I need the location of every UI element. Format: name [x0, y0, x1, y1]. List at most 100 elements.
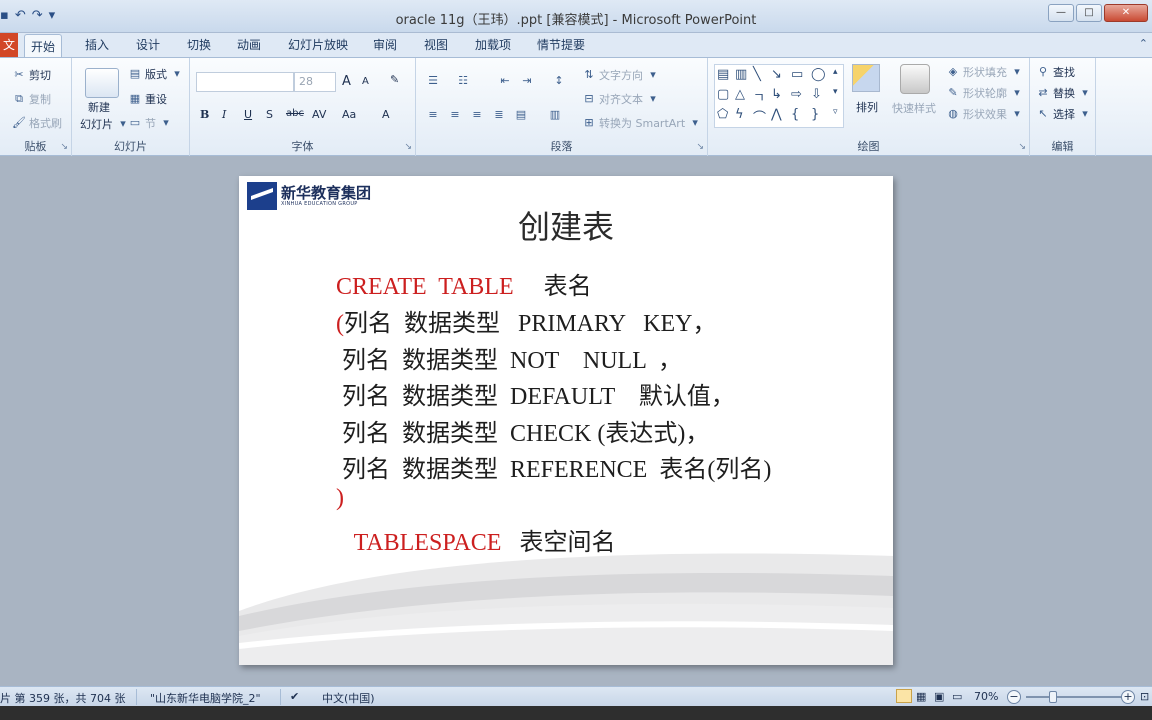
minimize-ribbon-icon[interactable]: ⌃ [1139, 37, 1148, 50]
shapes-gallery[interactable]: ▤ ▥ ╲ ↘ ▭ ◯ ▢ △ ㄱ ↳ ⇨ ⇩ ⬠ ϟ ⌒ ⋀ { } ▴ ▾ … [714, 64, 844, 128]
language-indicator[interactable]: 中文(中国) [322, 690, 375, 706]
copy-button[interactable]: ⧉ 复制 [12, 91, 51, 107]
shape-outline-button[interactable]: ✎ 形状轮廓 ▾ [946, 85, 1024, 101]
char-spacing-button[interactable]: AV [312, 108, 326, 121]
select-button[interactable]: ↖ 选择 ▾ [1036, 106, 1092, 122]
shape-fill-button[interactable]: ◈ 形状填充 ▾ [946, 64, 1024, 80]
tab-animations[interactable]: 动画 [231, 33, 267, 57]
change-case-button[interactable]: Aa [342, 108, 356, 121]
zoom-slider[interactable] [1026, 696, 1122, 698]
tab-file[interactable]: 文 [0, 33, 18, 57]
reading-view-icon[interactable]: ▣ [934, 690, 944, 703]
replace-button[interactable]: ⇄ 替换 ▾ [1036, 85, 1092, 101]
right-arrow-shape-icon[interactable]: ⇨ [791, 87, 802, 102]
brace-right-shape-icon[interactable]: } [811, 107, 819, 122]
line-spacing-button[interactable]: ↕ [552, 74, 566, 88]
shadow-button[interactable]: S [266, 108, 273, 121]
clipboard-launcher-icon[interactable]: ↘ [60, 142, 68, 152]
arrange-button[interactable]: 排列 [856, 99, 878, 115]
quick-styles-button[interactable]: 快速样式 [892, 100, 936, 116]
section-button[interactable]: ▭ 节 ▾ [128, 115, 173, 131]
normal-view-icon[interactable] [896, 689, 912, 703]
italic-button[interactable]: I [222, 108, 226, 121]
new-slide-label[interactable]: 新建 [88, 99, 110, 115]
drawing-launcher-icon[interactable]: ↘ [1018, 142, 1026, 152]
brace-left-shape-icon[interactable]: { [791, 107, 799, 122]
align-left-button[interactable]: ≡ [426, 108, 440, 122]
font-name-box[interactable] [196, 72, 294, 92]
rounded-rect-shape-icon[interactable]: ▢ [717, 87, 729, 102]
tab-review[interactable]: 审阅 [367, 33, 403, 57]
decrease-indent-button[interactable]: ⇤ [498, 74, 512, 88]
layout-button[interactable]: ▤ 版式 ▾ [128, 66, 184, 82]
tab-storyboard[interactable]: 情节提要 [531, 33, 591, 57]
vertical-textbox-shape-icon[interactable]: ▥ [735, 67, 747, 82]
shape-effects-button[interactable]: ◍ 形状效果 ▾ [946, 106, 1024, 122]
spellcheck-icon[interactable]: ✔ [290, 690, 299, 703]
tab-insert[interactable]: 插入 [79, 33, 115, 57]
find-button[interactable]: ⚲ 查找 [1036, 64, 1075, 80]
cut-button[interactable]: ✂ 剪切 [12, 67, 51, 83]
underline-button[interactable]: U [244, 108, 252, 121]
grow-font-button[interactable]: A [342, 74, 351, 89]
tab-view[interactable]: 视图 [418, 33, 454, 57]
distribute-button[interactable]: ▤ [514, 108, 528, 122]
numbering-button[interactable]: ☷ [456, 74, 470, 88]
bullets-button[interactable]: ☰ [426, 74, 440, 88]
slideshow-view-icon[interactable]: ▭ [952, 690, 962, 703]
pentagon-shape-icon[interactable]: ⬠ [717, 107, 728, 122]
tab-design[interactable]: 设计 [130, 33, 166, 57]
textbox-shape-icon[interactable]: ▤ [717, 67, 729, 82]
new-slide-dropdown[interactable]: 幻灯片 ▾ [80, 116, 130, 132]
increase-indent-button[interactable]: ⇥ [520, 74, 534, 88]
freeform-shape-icon[interactable]: ⋀ [771, 107, 782, 122]
font-launcher-icon[interactable]: ↘ [404, 142, 412, 152]
elbow-arrow-shape-icon[interactable]: ↳ [771, 87, 782, 102]
code-line[interactable]: 列名 数据类型 NOT NULL ， [336, 340, 682, 375]
align-center-button[interactable]: ≡ [448, 108, 462, 122]
oval-shape-icon[interactable]: ◯ [811, 67, 826, 82]
close-button[interactable]: ✕ [1104, 4, 1148, 22]
minimize-button[interactable]: — [1048, 4, 1074, 22]
slide-title[interactable]: 创建表 [239, 202, 893, 248]
maximize-button[interactable]: □ [1076, 4, 1102, 22]
clear-format-icon[interactable]: ✎ [390, 73, 399, 86]
gallery-down-icon[interactable]: ▾ [833, 87, 838, 97]
arrow-line-shape-icon[interactable]: ↘ [771, 67, 782, 82]
font-color-button[interactable]: A [382, 108, 390, 121]
elbow-connector-shape-icon[interactable]: ㄱ [753, 87, 765, 106]
code-line[interactable]: 列名 数据类型 CHECK (表达式)， [336, 413, 709, 448]
gallery-up-icon[interactable]: ▴ [833, 67, 838, 77]
line-shape-icon[interactable]: ╲ [753, 67, 761, 82]
down-arrow-shape-icon[interactable]: ⇩ [811, 87, 822, 102]
reset-button[interactable]: ▦ 重设 [128, 91, 167, 107]
new-slide-icon[interactable] [85, 68, 119, 98]
align-text-button[interactable]: ⊟ 对齐文本 ▾ [582, 91, 660, 107]
shrink-font-button[interactable]: A [362, 76, 369, 87]
zoom-level[interactable]: 70% [974, 690, 998, 703]
code-line[interactable]: (列名 数据类型 PRIMARY KEY， [336, 303, 716, 338]
gallery-more-icon[interactable]: ▿ [833, 107, 838, 117]
tab-transitions[interactable]: 切换 [181, 33, 217, 57]
justify-button[interactable]: ≣ [492, 108, 506, 122]
font-size-box[interactable]: 28 [294, 72, 336, 92]
rectangle-shape-icon[interactable]: ▭ [791, 67, 803, 82]
code-line[interactable]: ) [336, 485, 344, 512]
tab-slideshow[interactable]: 幻灯片放映 [282, 33, 354, 57]
triangle-shape-icon[interactable]: △ [735, 87, 745, 102]
lightning-shape-icon[interactable]: ϟ [735, 107, 744, 122]
align-right-button[interactable]: ≡ [470, 108, 484, 122]
text-direction-button[interactable]: ⇅ 文字方向 ▾ [582, 67, 660, 83]
slide-sorter-icon[interactable]: ▦ [916, 690, 926, 703]
zoom-out-button[interactable]: − [1007, 690, 1021, 704]
slide-canvas[interactable]: 新华教育集团 XINHUA EDUCATION GROUP 创建表 CREATE… [239, 176, 893, 665]
paragraph-launcher-icon[interactable]: ↘ [696, 142, 704, 152]
code-line[interactable]: CREATE TABLE 表名 [336, 266, 592, 301]
tab-home[interactable]: 开始 [24, 34, 63, 58]
strikethrough-button[interactable]: abc [286, 108, 304, 119]
bold-button[interactable]: B [200, 108, 209, 121]
format-painter-button[interactable]: 🖌 格式刷 [12, 115, 62, 131]
theme-name[interactable]: "山东新华电脑学院_2" [150, 690, 261, 706]
zoom-slider-thumb[interactable] [1048, 691, 1057, 703]
zoom-in-button[interactable]: + [1121, 690, 1135, 704]
